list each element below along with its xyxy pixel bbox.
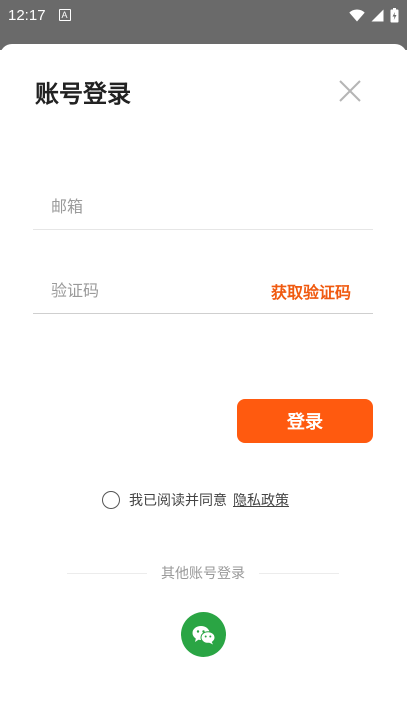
login-sheet: 账号登录 获取验证码 登录 我已阅读并同意 隐私政策 其他账号登录: [0, 44, 407, 725]
status-bar: 12:17 A: [0, 0, 407, 30]
battery-icon: [390, 7, 399, 22]
other-login-label: 其他账号登录: [161, 566, 245, 582]
email-input[interactable]: [33, 197, 253, 216]
verification-code-input[interactable]: [33, 281, 253, 300]
agreement-text: 我已阅读并同意: [129, 493, 227, 509]
code-field-row: 获取验证码: [33, 268, 373, 314]
wechat-icon: [192, 625, 215, 644]
divider-right: [259, 572, 339, 574]
notification-icon: A: [58, 9, 71, 21]
email-field-row: [33, 184, 373, 230]
wechat-login-button[interactable]: [181, 612, 226, 657]
privacy-policy-link[interactable]: 隐私政策: [233, 490, 289, 510]
other-login-divider: 其他账号登录: [67, 563, 339, 583]
get-code-button[interactable]: 获取验证码: [271, 279, 351, 303]
agreement-row: 我已阅读并同意 隐私政策: [102, 490, 289, 510]
agreement-radio[interactable]: [102, 491, 120, 509]
page-title: 账号登录: [35, 80, 131, 108]
close-button[interactable]: [336, 77, 364, 105]
login-button[interactable]: 登录: [237, 399, 373, 443]
wifi-icon: [349, 8, 365, 21]
signal-icon: [371, 9, 384, 21]
close-icon: [339, 80, 361, 102]
status-time: 12:17: [8, 6, 46, 24]
status-icons: [349, 7, 399, 23]
divider-left: [67, 572, 147, 574]
